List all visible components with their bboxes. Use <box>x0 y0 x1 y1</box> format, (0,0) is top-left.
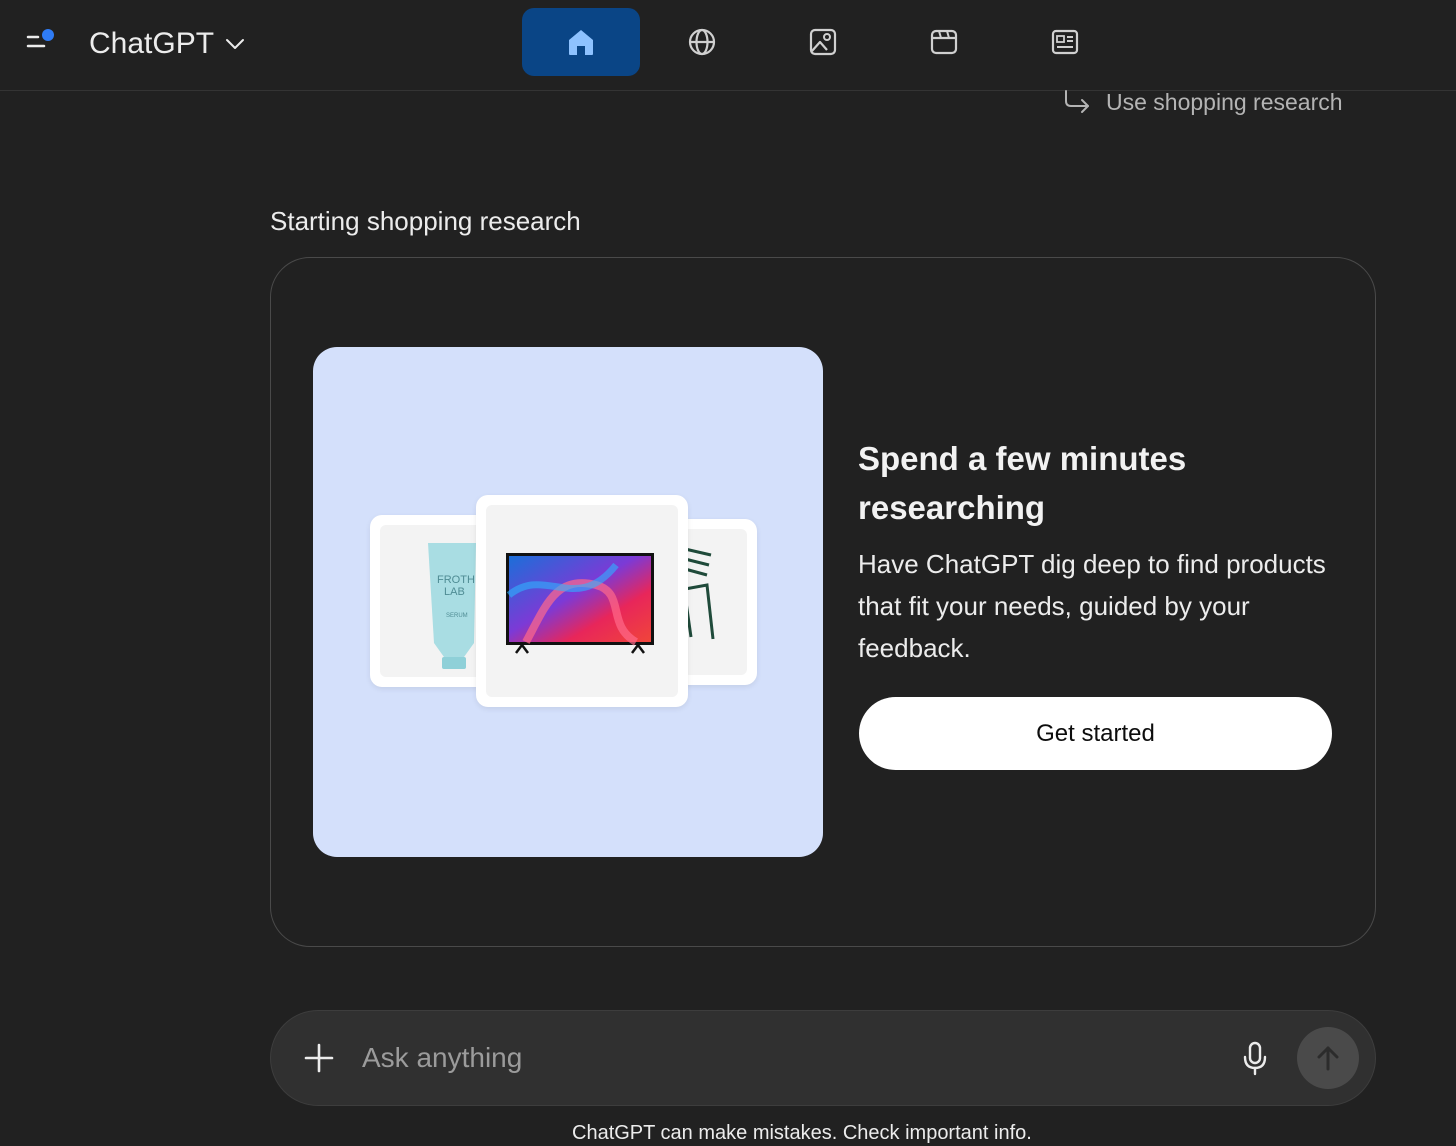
serum-tube-image: FROTH LAB SERUM <box>428 543 476 669</box>
news-icon <box>1051 29 1079 55</box>
video-icon <box>930 29 958 55</box>
card-title: Spend a few minutes researching <box>858 440 1187 526</box>
svg-text:SERUM: SERUM <box>446 613 468 619</box>
send-button[interactable] <box>1297 1027 1359 1089</box>
prompt-input[interactable] <box>362 1036 1202 1080</box>
sidebar-menu-icon <box>26 29 54 48</box>
dictate-button[interactable] <box>1238 1038 1272 1078</box>
svg-text:FROTH: FROTH <box>437 574 475 586</box>
status-label: Starting shopping research <box>270 206 581 236</box>
get-started-button[interactable]: Get started <box>859 697 1332 770</box>
footer: ChatGPT can make mistakes. Check importa… <box>0 1120 1456 1146</box>
app-title: ChatGPT <box>89 27 215 60</box>
use-shopping-research-link[interactable]: Use shopping research <box>1062 86 1343 118</box>
tab-video[interactable] <box>885 8 1003 76</box>
reply-arrow-icon <box>1065 90 1089 113</box>
product-card-tv <box>476 495 688 707</box>
svg-text:LAB: LAB <box>444 586 465 598</box>
disclaimer-text: ChatGPT can make mistakes. Check importa… <box>572 1122 1032 1144</box>
sidebar-toggle-button[interactable] <box>24 26 58 56</box>
product-illustration: FROTH LAB SERUM <box>313 347 823 857</box>
home-icon <box>569 30 593 55</box>
image-icon <box>809 28 837 56</box>
arrow-up-icon <box>1317 1046 1339 1071</box>
chevron-down-icon <box>226 39 245 49</box>
tab-web[interactable] <box>643 8 761 76</box>
add-attachment-button[interactable] <box>300 1038 338 1078</box>
tab-news[interactable] <box>1006 8 1124 76</box>
card-description: Have ChatGPT dig deep to find products t… <box>858 549 1326 663</box>
television-image <box>506 553 654 654</box>
model-selector[interactable]: ChatGPT <box>89 24 246 64</box>
tab-home[interactable] <box>522 8 640 76</box>
microphone-icon <box>1243 1041 1267 1076</box>
top-bar: ChatGPT <box>0 0 1456 91</box>
use-shopping-research-label: Use shopping research <box>1106 88 1343 115</box>
globe-icon <box>688 28 716 56</box>
tab-images[interactable] <box>764 8 882 76</box>
chair-image <box>683 547 715 640</box>
plus-icon <box>304 1043 334 1073</box>
